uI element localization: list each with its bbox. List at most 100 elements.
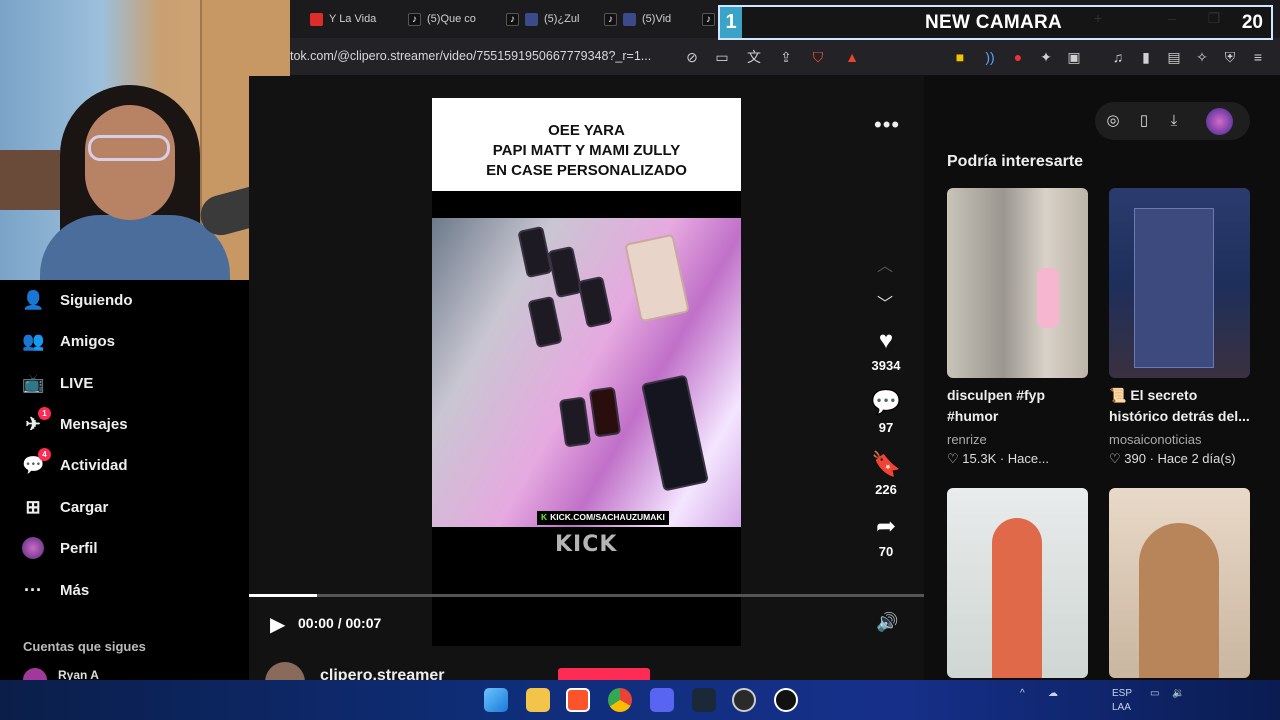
kick-k-icon: K <box>541 512 548 522</box>
stream-overlay-banner: 1 NEW CAMARA 20 <box>718 5 1273 40</box>
download-icon[interactable]: ⤓ <box>1163 110 1185 132</box>
recommendation-thumbnail[interactable] <box>1109 488 1250 678</box>
nav-label: Mensajes <box>60 415 128 433</box>
nav-following[interactable]: 👤 Siguiendo <box>22 285 133 315</box>
app-icon[interactable] <box>774 688 798 712</box>
recommendation-title[interactable]: disculpen #fyp #humor <box>947 385 1092 427</box>
obs-icon[interactable] <box>732 688 756 712</box>
phone-case <box>547 245 583 299</box>
recommendation-thumbnail[interactable] <box>947 488 1088 678</box>
friends-icon: 👥 <box>22 331 45 351</box>
nav-upload[interactable]: ⊞ Cargar <box>22 492 108 522</box>
menu-icon[interactable]: ≡ <box>1248 47 1268 67</box>
cast-icon[interactable]: ▭ <box>712 47 732 67</box>
wallet-icon[interactable]: ▤ <box>1164 47 1184 67</box>
tiktok-icon <box>408 12 421 26</box>
recommendation-title[interactable]: 📜 El secreto histórico detrás del... <box>1109 385 1254 427</box>
file-explorer-icon[interactable] <box>526 688 550 712</box>
chrome-icon[interactable] <box>608 688 632 712</box>
volume-icon[interactable]: 🔊 <box>876 612 898 633</box>
streamer-face <box>85 105 175 220</box>
play-icon[interactable]: ▶ <box>270 612 285 637</box>
recommendation-author[interactable]: mosaiconoticias <box>1109 432 1202 447</box>
recommendation-thumbnail[interactable] <box>947 188 1088 378</box>
share-button[interactable]: ➦ 70 <box>862 513 910 560</box>
overlay-count: 20 <box>1241 12 1263 33</box>
speaker-icon[interactable]: 🔉 <box>1172 688 1184 699</box>
brave-browser-icon[interactable] <box>566 688 590 712</box>
overlay-number: 1 <box>720 7 742 38</box>
extension-red-icon[interactable]: ● <box>1008 47 1028 67</box>
nav-live[interactable]: 📺 LIVE <box>22 368 93 398</box>
no-tracking-icon[interactable]: ⊘ <box>682 47 702 67</box>
leo-ai-icon[interactable]: ✧ <box>1192 47 1212 67</box>
tab-label: (5)Que co <box>427 13 476 25</box>
like-count: 3934 <box>871 358 901 373</box>
brave-rewards-icon[interactable]: ▲ <box>842 47 862 67</box>
translate-icon[interactable]: 文 <box>744 47 764 67</box>
tab-label: (5)Vid <box>642 13 672 25</box>
nav-messages[interactable]: ✈ 1 Mensajes <box>22 407 128 439</box>
nav-friends[interactable]: 👥 Amigos <box>22 326 115 356</box>
next-video-icon[interactable]: ﹀ <box>877 290 893 314</box>
keyboard-language[interactable]: ESP <box>1112 688 1132 699</box>
coin-icon[interactable]: ◎ <box>1102 110 1124 132</box>
nav-label: Perfil <box>60 539 98 557</box>
tab-youtube[interactable]: Y La Vida <box>310 8 402 30</box>
recommendation-stats: ♡ 390 · Hace 2 día(s) <box>1109 451 1236 466</box>
extension-sound-icon[interactable]: )) <box>980 47 1000 67</box>
video-caption-overlay: OEE YARA PAPI MATT Y MAMI ZULLY EN CASE … <box>432 98 741 191</box>
tab-group-icon <box>623 12 636 26</box>
user-avatar[interactable] <box>1206 108 1233 135</box>
watermark-text: KICK.COM/SACHAUZUMAKI <box>550 512 665 522</box>
screenshot-icon[interactable]: ▣ <box>1064 47 1084 67</box>
phone-case-couple <box>624 233 690 323</box>
media-icon[interactable]: ♫ <box>1108 47 1128 67</box>
windows-taskbar <box>0 680 1280 720</box>
previous-video-icon[interactable]: ︿ <box>877 252 893 276</box>
windows-start-icon[interactable] <box>484 688 508 712</box>
kick-watermark: K KICK.COM/SACHAUZUMAKI <box>537 511 669 525</box>
phone-case <box>577 275 613 329</box>
caption-line: PAPI MATT Y MAMI ZULLY <box>492 142 681 159</box>
nav-activity[interactable]: 💬 4 Actividad <box>22 448 128 480</box>
notification-badge: 1 <box>38 407 51 420</box>
recommendation-thumbnail[interactable] <box>1109 188 1250 378</box>
share-arrow-icon: ➦ <box>875 513 897 540</box>
device-icon[interactable]: ▯ <box>1133 110 1155 132</box>
tray-chevron-icon[interactable]: ^ <box>1020 688 1025 699</box>
brave-shield-icon[interactable]: ⛉ <box>808 47 828 67</box>
thumbnail-building <box>1134 208 1214 368</box>
nav-profile[interactable]: Perfil <box>22 533 98 563</box>
tab-tiktok-3[interactable]: (5)Vid <box>604 8 696 30</box>
tab-label: (5)¿Zul <box>544 13 580 25</box>
tab-tiktok-1[interactable]: (5)Que co <box>408 8 500 30</box>
address-bar[interactable]: tok.com/@clipero.streamer/video/75515919… <box>290 49 651 63</box>
sidebar-icon[interactable]: ▮ <box>1136 47 1156 67</box>
network-icon[interactable]: ▭ <box>1150 688 1159 699</box>
extensions-icon[interactable]: ✦ <box>1036 47 1056 67</box>
steam-icon[interactable] <box>692 688 716 712</box>
onedrive-icon[interactable]: ☁ <box>1048 688 1058 699</box>
like-button[interactable]: ♥ 3934 <box>862 327 910 374</box>
tab-tiktok-2[interactable]: (5)¿Zul <box>506 8 598 30</box>
caption-line: EN CASE PERSONALIZADO <box>486 162 687 179</box>
more-options-icon[interactable]: ••• <box>874 112 900 138</box>
nav-label: Cargar <box>60 498 109 516</box>
notification-badge: 4 <box>38 448 51 461</box>
extension-yellow-icon[interactable]: ■ <box>950 47 970 67</box>
kick-logo: KICK <box>555 532 618 557</box>
video-progress-bar[interactable] <box>249 594 924 597</box>
save-button[interactable]: 🔖 226 <box>862 452 910 498</box>
heart-icon: ♥ <box>878 327 894 354</box>
nav-label: Más <box>60 581 90 599</box>
following-accounts-title: Cuentas que sigues <box>23 639 146 654</box>
share-icon[interactable]: ⇪ <box>776 47 796 67</box>
recommendation-author[interactable]: renrize <box>947 432 987 447</box>
nav-label: Siguiendo <box>60 291 133 309</box>
nav-more[interactable]: ··· Más <box>22 575 89 605</box>
comment-button[interactable]: 💬 97 <box>862 390 910 436</box>
messages-icon: ✈ 1 <box>22 407 51 435</box>
discord-icon[interactable] <box>650 688 674 712</box>
vpn-icon[interactable]: ⛨ <box>1220 47 1240 67</box>
